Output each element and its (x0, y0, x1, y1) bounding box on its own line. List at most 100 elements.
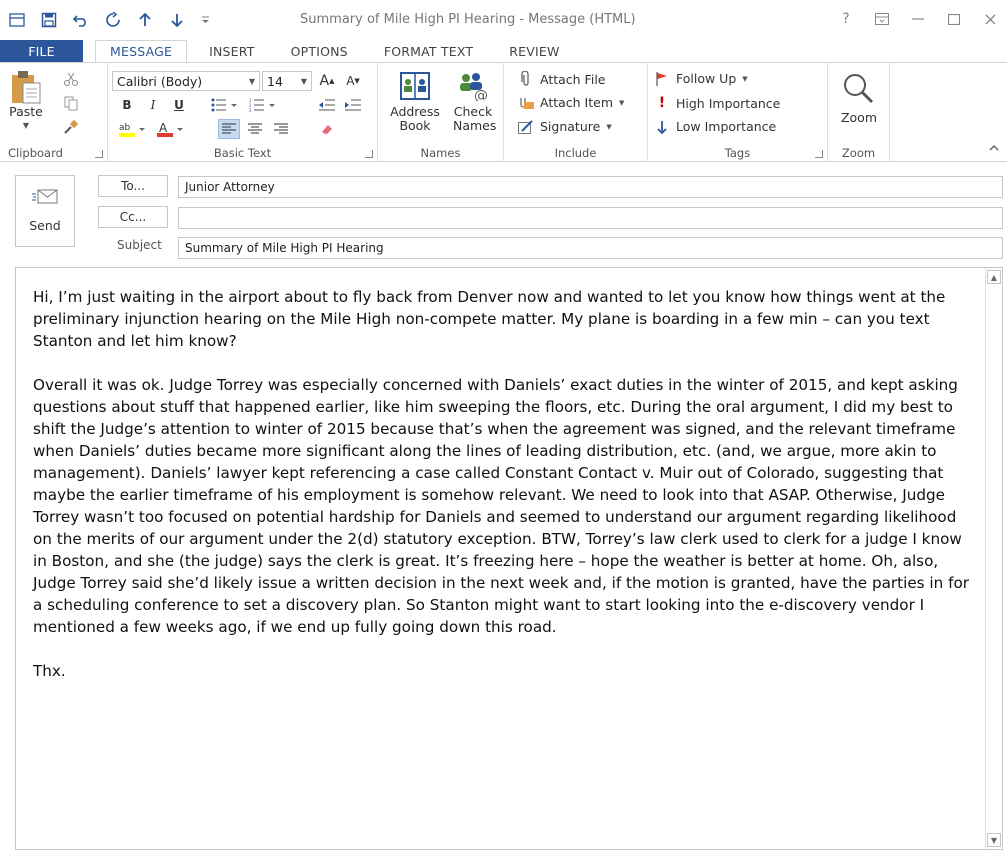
close-button[interactable] (979, 8, 1001, 30)
attach-item-icon (518, 96, 534, 110)
address-book-icon (399, 71, 431, 101)
clipboard-group: Paste ▼ Clipboard (0, 63, 108, 162)
bullets-icon[interactable] (208, 95, 242, 115)
shrink-font-label: A (346, 74, 355, 88)
highlight-icon[interactable]: ab (116, 119, 150, 139)
font-name-value: Calibri (Body) (117, 73, 203, 89)
underline-button[interactable]: U (168, 95, 190, 115)
body-paragraph-1: Hi, I’m just waiting in the airport abou… (33, 288, 946, 350)
chevron-down-icon: ▼ (619, 98, 625, 107)
subject-label: Subject (117, 238, 162, 252)
numbering-icon[interactable]: 123 (246, 95, 280, 115)
include-group-label: Include (554, 146, 597, 160)
font-size-combo[interactable]: 14 ▼ (262, 71, 312, 91)
paste-label: Paste (9, 104, 43, 119)
tab-options[interactable]: OPTIONS (269, 40, 362, 62)
copy-icon[interactable] (60, 93, 82, 113)
zoom-group: Zoom Zoom (828, 63, 890, 162)
address-book-label: Address Book (390, 104, 440, 133)
svg-text:3: 3 (249, 108, 252, 112)
basic-text-group-label: Basic Text (213, 146, 272, 160)
names-group-label: Names (420, 146, 461, 160)
help-button[interactable]: ? (835, 8, 857, 30)
paste-button[interactable]: Paste ▼ (6, 69, 46, 133)
format-painter-icon[interactable] (60, 117, 82, 137)
chevron-down-icon: ▼ (22, 121, 30, 130)
follow-up-label: Follow Up (676, 71, 737, 86)
flag-icon (654, 71, 670, 86)
clipboard-dialog-launcher[interactable] (95, 150, 103, 158)
zoom-button[interactable]: Zoom (834, 73, 884, 125)
tab-file[interactable]: FILE (0, 40, 83, 62)
low-importance-label: Low Importance (676, 119, 777, 134)
undo-icon[interactable] (70, 9, 92, 31)
follow-up-button[interactable]: Follow Up ▼ (654, 71, 748, 86)
zoom-group-label: Zoom (841, 146, 876, 160)
tab-format-text[interactable]: FORMAT TEXT (362, 40, 487, 62)
attach-item-label: Attach Item (540, 95, 614, 110)
clipboard-icon (10, 69, 42, 105)
scroll-down-icon[interactable]: ▼ (987, 833, 1001, 847)
minimize-button[interactable] (907, 8, 929, 30)
italic-button[interactable]: I (142, 95, 164, 115)
message-body-text[interactable]: Hi, I’m just waiting in the airport abou… (33, 286, 973, 704)
increase-indent-icon[interactable] (342, 95, 364, 115)
tab-message[interactable]: MESSAGE (95, 40, 188, 62)
send-button[interactable]: Send (15, 175, 75, 247)
maximize-button[interactable] (943, 8, 965, 30)
bold-button[interactable]: B (116, 95, 138, 115)
cc-field[interactable] (178, 207, 1003, 229)
decrease-indent-icon[interactable] (316, 95, 338, 115)
shrink-font-button[interactable]: A ▼ (342, 71, 364, 91)
grow-font-icon: ▲ (329, 77, 335, 85)
shrink-font-icon: ▼ (354, 77, 360, 85)
attach-file-button[interactable]: Attach File (518, 71, 605, 87)
attach-file-label: Attach File (540, 71, 606, 87)
align-left-icon[interactable] (218, 119, 240, 139)
vertical-scrollbar[interactable]: ▲ ▼ (985, 268, 1002, 849)
svg-text:ab: ab (119, 123, 131, 133)
font-color-icon[interactable]: A (154, 119, 188, 139)
font-name-combo[interactable]: Calibri (Body) ▼ (112, 71, 260, 91)
chevron-down-icon: ▼ (248, 76, 255, 86)
outlook-message-window: Summary of Mile High PI Hearing - Messag… (0, 0, 1007, 853)
check-names-icon: @ (456, 71, 490, 101)
to-button[interactable]: To... (98, 175, 168, 197)
grow-font-button[interactable]: A ▲ (316, 71, 338, 91)
signature-button[interactable]: Signature ▼ (518, 119, 612, 134)
attach-item-button[interactable]: Attach Item ▼ (518, 95, 624, 110)
ribbon-display-options-button[interactable] (871, 8, 893, 30)
chevron-down-icon: ▼ (300, 76, 307, 86)
scroll-up-icon[interactable]: ▲ (987, 270, 1001, 284)
redo-icon[interactable] (102, 9, 124, 31)
window-title: Summary of Mile High PI Hearing - Messag… (300, 12, 636, 27)
tab-insert[interactable]: INSERT (187, 40, 268, 62)
subject-field[interactable]: Summary of Mile High PI Hearing (178, 237, 1003, 259)
tab-review[interactable]: REVIEW (487, 40, 573, 62)
check-names-button[interactable]: @ Check Names (448, 71, 498, 133)
send-label: Send (29, 218, 61, 233)
previous-item-icon[interactable] (134, 9, 156, 31)
cc-button[interactable]: Cc... (98, 206, 168, 228)
to-field[interactable]: Junior Attorney (178, 176, 1003, 198)
message-body-editor[interactable]: Hi, I’m just waiting in the airport abou… (15, 267, 1003, 850)
low-importance-button[interactable]: Low Importance (654, 119, 776, 134)
next-item-icon[interactable] (166, 9, 188, 31)
customize-qat-icon[interactable] (198, 9, 212, 31)
collapse-ribbon-icon[interactable] (989, 143, 999, 154)
basic-text-dialog-launcher[interactable] (365, 150, 373, 158)
address-book-button[interactable]: Address Book (386, 71, 444, 133)
high-importance-button[interactable]: ! High Importance (654, 95, 781, 111)
app-menu-icon[interactable] (6, 9, 28, 31)
align-center-icon[interactable] (244, 119, 266, 139)
tags-dialog-launcher[interactable] (815, 150, 823, 158)
tags-group: Follow Up ▼ ! High Importance Low Import… (648, 63, 828, 162)
ribbon: Paste ▼ Clipboard Calibri (Body) ▼ 14 ▼ … (0, 62, 1007, 162)
align-right-icon[interactable] (270, 119, 292, 139)
send-envelope-icon (32, 189, 58, 208)
font-size-value: 14 (267, 73, 283, 89)
cut-icon[interactable] (60, 69, 82, 89)
clear-formatting-icon[interactable] (316, 119, 338, 139)
svg-text:A: A (159, 121, 168, 135)
save-icon[interactable] (38, 9, 60, 31)
